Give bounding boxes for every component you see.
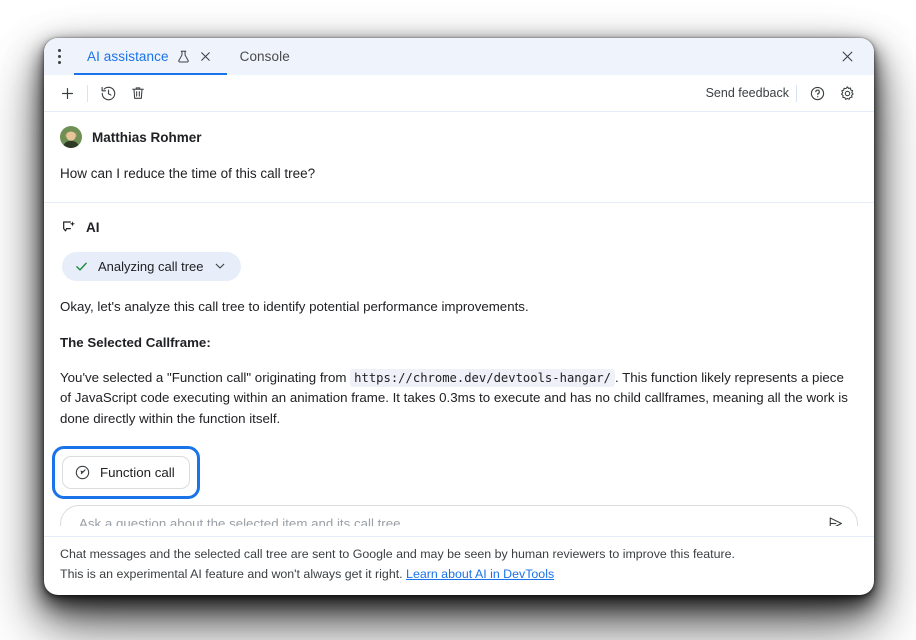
avatar xyxy=(60,126,82,148)
ai-detail-paragraph: You've selected a "Function call" origin… xyxy=(60,368,858,430)
analysis-step-label: Analyzing call tree xyxy=(98,259,204,274)
chevron-down-icon[interactable] xyxy=(213,259,227,273)
footer-disclaimer: Chat messages and the selected call tree… xyxy=(44,536,874,595)
ai-intro-paragraph: Okay, let's analyze this call tree to id… xyxy=(60,297,858,318)
user-header: Matthias Rohmer xyxy=(60,126,858,148)
user-message-block: Matthias Rohmer How can I reduce the tim… xyxy=(44,112,874,203)
performance-gauge-icon xyxy=(74,464,91,481)
toolbar-divider xyxy=(87,85,88,102)
gear-icon xyxy=(839,85,856,102)
context-chip-label: Function call xyxy=(100,465,175,480)
tab-ai-assistance-label: AI assistance xyxy=(87,49,169,64)
devtools-ai-assistance-window: AI assistance Console xyxy=(44,38,874,595)
kebab-menu-icon[interactable] xyxy=(44,38,74,75)
plus-icon xyxy=(59,85,76,102)
tab-console[interactable]: Console xyxy=(227,38,303,75)
settings-button[interactable] xyxy=(832,80,862,106)
toolbar-divider-right xyxy=(796,85,797,102)
history-button[interactable] xyxy=(93,80,123,106)
help-button[interactable] xyxy=(802,80,832,106)
new-chat-button[interactable] xyxy=(52,80,82,106)
context-chip-function-call[interactable]: Function call xyxy=(62,456,190,489)
toolbar: Send feedback xyxy=(44,75,874,112)
send-icon xyxy=(827,515,844,526)
analysis-step-pill[interactable]: Analyzing call tree xyxy=(62,252,241,281)
send-button[interactable] xyxy=(821,510,849,527)
chat-input[interactable] xyxy=(77,515,821,526)
trash-icon xyxy=(130,85,146,101)
ai-section-heading: The Selected Callframe: xyxy=(60,333,858,354)
learn-about-ai-link[interactable]: Learn about AI in DevTools xyxy=(406,567,554,581)
user-name: Matthias Rohmer xyxy=(92,130,202,145)
source-url-code: https://chrome.dev/devtools-hangar/ xyxy=(350,369,615,387)
tab-close-icon[interactable] xyxy=(198,49,214,65)
window-close-icon[interactable] xyxy=(830,38,864,75)
help-circle-icon xyxy=(809,85,826,102)
input-row xyxy=(44,499,874,527)
page-background: AI assistance Console xyxy=(0,0,916,640)
flask-icon xyxy=(176,49,191,64)
footer-line2: This is an experimental AI feature and w… xyxy=(60,567,403,581)
tab-ai-assistance[interactable]: AI assistance xyxy=(74,38,227,75)
tab-console-label: Console xyxy=(240,49,290,64)
tab-bar: AI assistance Console xyxy=(44,38,874,75)
ai-name: AI xyxy=(86,220,100,235)
ai-sparkle-icon xyxy=(60,219,77,236)
delete-chat-button[interactable] xyxy=(123,80,153,106)
ai-response-block: AI Analyzing call tree Okay xyxy=(44,203,874,499)
ai-detail-part1: You've selected a "Function call" origin… xyxy=(60,370,346,385)
chat-input-box[interactable] xyxy=(60,505,858,527)
history-icon xyxy=(100,85,117,102)
context-chip-focus-ring: Function call xyxy=(52,446,200,499)
footer-line1: Chat messages and the selected call tree… xyxy=(60,547,735,561)
check-icon xyxy=(74,259,89,274)
ai-header: AI xyxy=(60,219,858,236)
send-feedback-link[interactable]: Send feedback xyxy=(706,86,791,100)
user-message-text: How can I reduce the time of this call t… xyxy=(60,164,858,184)
conversation-area: Matthias Rohmer How can I reduce the tim… xyxy=(44,112,874,526)
